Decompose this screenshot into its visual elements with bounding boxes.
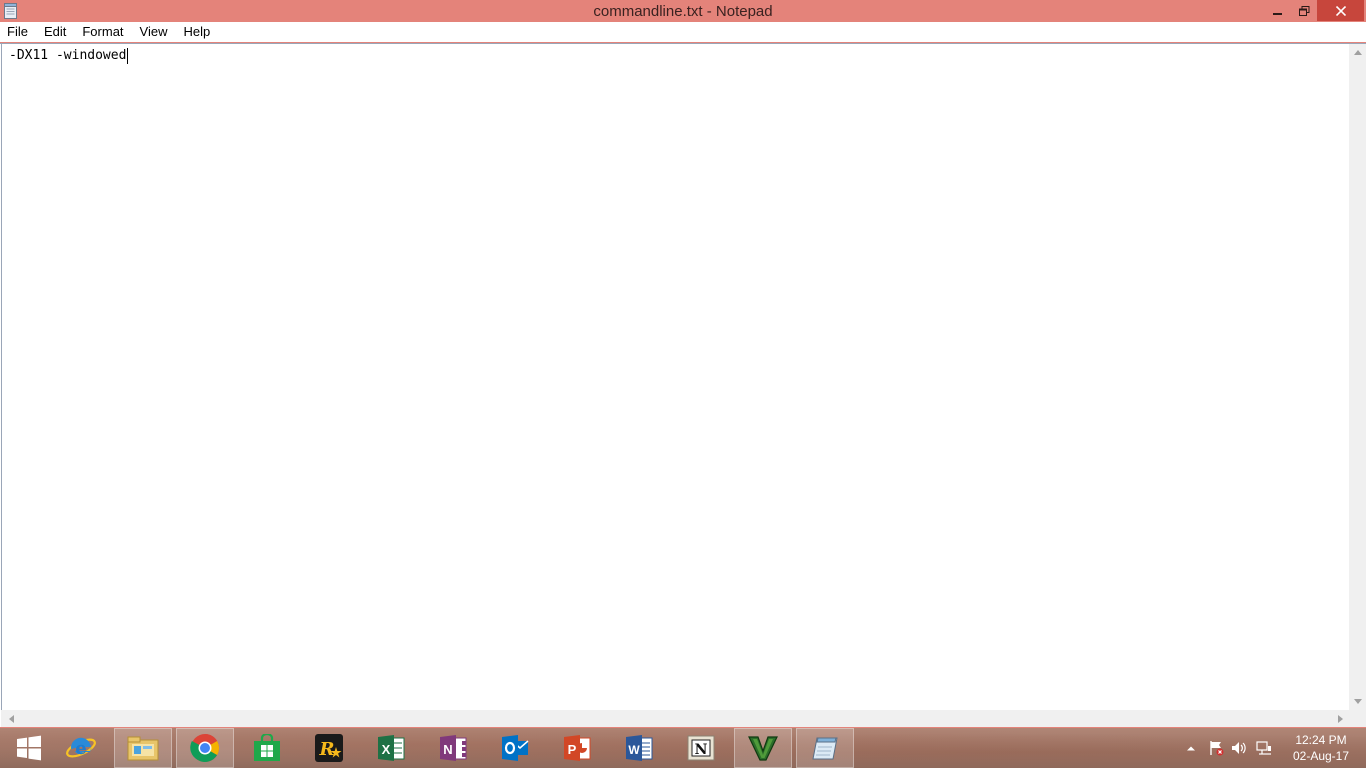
outlook-icon — [502, 735, 529, 761]
restore-button[interactable] — [1291, 0, 1317, 21]
word-icon: W — [626, 735, 653, 761]
taskbar-notepad[interactable] — [796, 728, 854, 768]
editor-frame: -DX11 -windowed — [0, 43, 1366, 727]
svg-text:X: X — [382, 742, 391, 757]
scroll-corner — [1349, 710, 1366, 727]
title-bar[interactable]: commandline.txt - Notepad — [0, 0, 1366, 22]
text-caret — [127, 48, 129, 64]
scroll-left-arrow-icon[interactable] — [3, 710, 20, 727]
show-hidden-icons-button[interactable] — [1182, 740, 1200, 756]
internet-explorer-icon: e — [66, 737, 96, 759]
taskbar-rockstar-launcher[interactable]: R — [300, 728, 358, 768]
svg-text:R: R — [319, 739, 335, 760]
menu-format[interactable]: Format — [74, 22, 131, 42]
svg-text:e: e — [75, 738, 86, 759]
menu-help[interactable]: Help — [175, 22, 218, 42]
taskbar-google-chrome[interactable] — [176, 728, 234, 768]
store-icon — [254, 734, 280, 761]
scroll-down-arrow-icon[interactable] — [1349, 693, 1366, 710]
menu-bar: File Edit Format View Help — [0, 22, 1366, 42]
close-button[interactable] — [1317, 0, 1364, 21]
excel-icon: X — [378, 735, 405, 761]
taskbar-outlook[interactable] — [486, 728, 544, 768]
volume-icon[interactable] — [1230, 740, 1248, 756]
start-button[interactable] — [0, 728, 58, 768]
windows-logo-icon — [17, 735, 41, 761]
notepad-icon — [812, 737, 838, 760]
taskbar-powerpoint[interactable]: P — [548, 728, 606, 768]
vertical-scrollbar[interactable] — [1349, 44, 1366, 710]
taskbar-word[interactable]: W — [610, 728, 668, 768]
gta-v-icon — [748, 736, 778, 761]
powerpoint-icon: P — [564, 735, 591, 761]
text-editor[interactable]: -DX11 -windowed — [1, 44, 1350, 710]
menu-view[interactable]: View — [132, 22, 176, 42]
taskbar-internet-explorer[interactable]: e — [52, 728, 110, 768]
taskbar-nitro-app[interactable]: N — [672, 728, 730, 768]
folder-icon — [127, 736, 159, 761]
svg-text:W: W — [628, 743, 640, 757]
notepad-window: commandline.txt - Notepad File Edit Form… — [0, 0, 1366, 728]
taskbar-gta-v[interactable] — [734, 728, 792, 768]
taskbar-onenote[interactable]: N — [424, 728, 482, 768]
menu-file[interactable]: File — [0, 22, 36, 42]
window-title: commandline.txt - Notepad — [593, 3, 773, 20]
taskbar-excel[interactable]: X — [362, 728, 420, 768]
restore-icon — [1298, 5, 1309, 16]
chevron-up-icon — [1187, 746, 1195, 751]
scroll-right-arrow-icon[interactable] — [1332, 710, 1349, 727]
menu-edit[interactable]: Edit — [36, 22, 74, 42]
network-icon[interactable] — [1255, 740, 1273, 756]
clock-date: 02-Aug-17 — [1292, 749, 1350, 763]
taskbar: e R X N P W N 12:24 PM 02-Aug-17 — [0, 728, 1366, 768]
taskbar-file-explorer[interactable] — [114, 728, 172, 768]
svg-text:N: N — [695, 742, 708, 758]
chrome-icon — [190, 734, 219, 762]
onenote-icon: N — [440, 735, 467, 761]
nitro-icon: N — [687, 735, 715, 761]
close-icon — [1335, 5, 1346, 16]
action-center-icon[interactable] — [1207, 740, 1225, 756]
minimize-button[interactable] — [1264, 0, 1291, 21]
taskbar-store[interactable] — [238, 728, 296, 768]
minimize-icon — [1272, 12, 1282, 15]
editor-content: -DX11 -windowed — [9, 48, 127, 63]
clock-time: 12:24 PM — [1295, 733, 1347, 747]
rockstar-icon: R — [315, 734, 343, 762]
svg-text:P: P — [568, 742, 577, 757]
scroll-up-arrow-icon[interactable] — [1349, 44, 1366, 61]
svg-text:N: N — [443, 742, 452, 757]
system-clock[interactable]: 12:24 PM 02-Aug-17 — [1283, 732, 1359, 764]
horizontal-scrollbar[interactable] — [1, 710, 1349, 727]
